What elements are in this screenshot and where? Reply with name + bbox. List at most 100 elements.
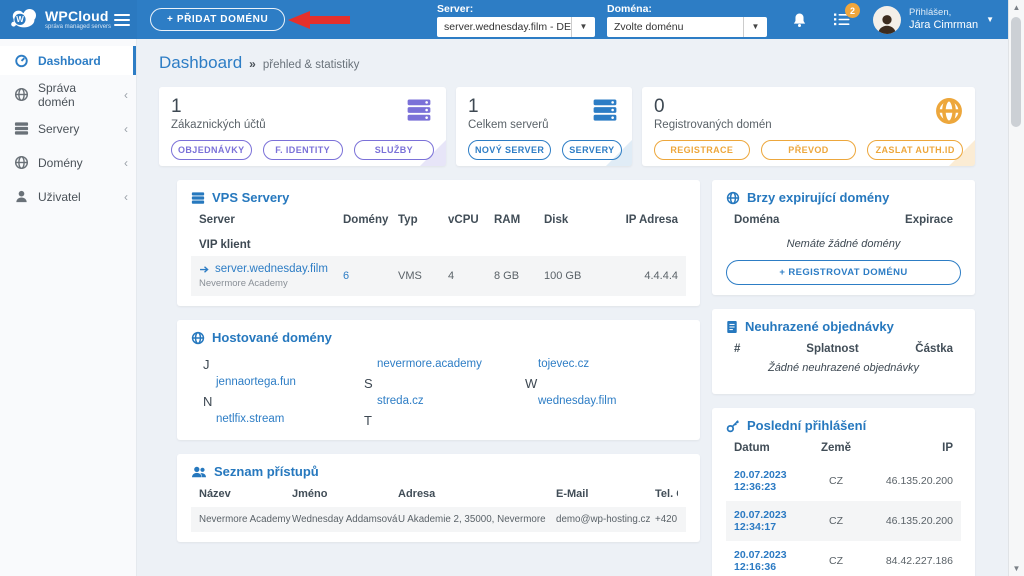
domain-link[interactable]: wednesday.film [525, 395, 686, 407]
empty-state-text: Nemáte žádné domény [726, 238, 961, 250]
sidebar-item-domeny[interactable]: Domény ‹ [0, 148, 136, 177]
column-header: Typ [398, 214, 448, 226]
column-header: IP Adresa [606, 214, 678, 226]
globe-icon [935, 97, 963, 130]
domain-column: nevermore.academy S streda.cz T [364, 351, 525, 430]
user-icon [14, 189, 29, 204]
disk-cell: 100 GB [544, 270, 606, 282]
annotation-arrow-tail [310, 16, 350, 24]
domain-link[interactable]: streda.cz [364, 395, 525, 407]
letter-group: W [525, 376, 686, 391]
transfer-button[interactable]: PŘEVOD [761, 140, 857, 160]
type-cell: VMS [398, 270, 448, 282]
address-cell: U Akademie 2, 35000, Nevermore [398, 514, 556, 525]
registration-button[interactable]: REGISTRACE [654, 140, 750, 160]
chevron-left-icon: ‹ [124, 122, 128, 136]
sidebar-item-sprava-domen[interactable]: Správa domén ‹ [0, 80, 136, 109]
card-corner-decoration [606, 140, 632, 166]
stat-buttons: OBJEDNÁVKY F. IDENTITY SLUŽBY [171, 140, 434, 160]
page-scrollbar[interactable]: ▲ ▼ [1008, 0, 1024, 576]
email-cell: demo@wp-hosting.cz [556, 514, 655, 525]
annotation-arrow [288, 11, 350, 29]
notifications-bell-icon[interactable] [792, 12, 807, 28]
domain-column: tojevec.cz W wednesday.film [525, 351, 686, 430]
ram-cell: 8 GB [494, 270, 544, 282]
sidebar-item-label: Domény [38, 156, 83, 170]
hosted-domains-card: Hostované domény J jennaortega.fun N net… [177, 320, 700, 440]
login-date-link[interactable]: 20.07.2023 12:36:23 [734, 469, 787, 493]
page-subtitle: přehled & statistiky [263, 59, 360, 71]
right-column: Brzy expirující domény Doména Expirace N… [712, 180, 975, 576]
arrow-right-icon [199, 264, 210, 275]
domain-link[interactable]: tojevec.cz [525, 358, 686, 370]
vcpu-cell: 4 [448, 270, 494, 282]
country-cell: CZ [807, 555, 865, 567]
app-window: W WPCloud správa managed servers + PŘIDA… [0, 0, 1024, 576]
add-domain-button[interactable]: + PŘIDAT DOMÉNU [150, 8, 285, 31]
column-header: Částka [897, 343, 953, 355]
phone-cell: +420.001122334 [655, 514, 678, 525]
scrollbar-track[interactable] [1009, 15, 1024, 561]
card-title-text: Brzy expirující domény [747, 190, 889, 205]
domain-link[interactable]: jennaortega.fun [203, 376, 364, 388]
domain-column: J jennaortega.fun N netlfix.stream [203, 351, 364, 430]
letter-group: N [203, 394, 364, 409]
sidebar-item-uzivatel[interactable]: Uživatel ‹ [0, 182, 136, 211]
domain-select-arrow-icon[interactable]: ▼ [743, 17, 767, 37]
brand-title: WPCloud [45, 9, 112, 23]
tasks-list-icon[interactable]: 2 [833, 12, 850, 27]
server-client-label: Nevermore Academy [199, 278, 343, 289]
domain-select[interactable]: Zvolte doménu ▼ [607, 17, 767, 37]
menu-toggle-icon[interactable] [114, 11, 130, 29]
column-header: Jméno [292, 488, 398, 500]
hosted-domains-list: J jennaortega.fun N netlfix.stream never… [191, 351, 686, 430]
identity-button[interactable]: F. IDENTITY [263, 140, 343, 160]
letter-group: S [364, 376, 525, 391]
letter-group: T [364, 413, 525, 428]
sidebar-item-servery[interactable]: Servery ‹ [0, 114, 136, 143]
page: W WPCloud správa managed servers + PŘIDA… [0, 0, 1008, 576]
server-link[interactable]: server.wednesday.film [199, 263, 343, 275]
card-title-text: VPS Servery [212, 190, 289, 205]
card-title-text: Neuhrazené objednávky [745, 319, 894, 334]
user-menu[interactable]: Přihlášen, Jára Cimrman ▼ [873, 6, 994, 34]
column-header: Disk [544, 214, 606, 226]
column-header: Splatnost [768, 343, 897, 355]
server-select-arrow-icon[interactable]: ▼ [571, 17, 595, 37]
card-title: Brzy expirující domény [726, 190, 961, 205]
domain-link[interactable]: nevermore.academy [364, 358, 525, 370]
orders-button[interactable]: OBJEDNÁVKY [171, 140, 252, 160]
column-header: Server [199, 214, 343, 226]
stats-row: 1 Zákaznických účtů OBJEDNÁVKY F. IDENTI… [159, 87, 975, 166]
person-cell: Wednesday Addamsová [292, 514, 398, 525]
stat-card-servers: 1 Celkem serverů NOVÝ SERVER SERVERY [456, 87, 632, 166]
table-row: Nevermore Academy Wednesday Addamsová U … [191, 507, 686, 532]
body: Dashboard Správa domén ‹ Servery ‹ [0, 39, 1008, 576]
register-domain-button[interactable]: + REGISTROVAT DOMÉNU [726, 260, 961, 285]
login-date-link[interactable]: 20.07.2023 12:16:36 [734, 549, 787, 573]
card-title: Seznam přístupů [191, 464, 686, 479]
card-title-text: Hostované domény [212, 330, 332, 345]
svg-text:W: W [16, 15, 24, 24]
main-content: Dashboard » přehled & statistiky 1 Zákaz… [137, 39, 1008, 576]
user-text: Přihlášen, Jára Cimrman [909, 7, 978, 32]
login-date-link[interactable]: 20.07.2023 12:34:17 [734, 509, 787, 533]
scroll-down-arrow[interactable]: ▼ [1013, 561, 1021, 576]
domain-count-link[interactable]: 6 [343, 270, 349, 282]
chevron-left-icon: ‹ [124, 190, 128, 204]
stat-value: 1 [171, 96, 434, 118]
domain-link[interactable]: netlfix.stream [203, 413, 364, 425]
users-icon [191, 465, 207, 479]
avatar [873, 6, 901, 34]
server-select[interactable]: server.wednesday.film - DEMO ▼ [437, 17, 595, 37]
login-row: 20.07.2023 12:36:23 CZ 46.135.20.200 [726, 461, 961, 501]
orders-table-header: # Splatnost Částka [726, 334, 961, 362]
column-header: Doména [734, 214, 905, 226]
new-server-button[interactable]: NOVÝ SERVER [468, 140, 551, 160]
domain-select-value: Zvolte doménu [607, 17, 743, 37]
scroll-up-arrow[interactable]: ▲ [1013, 0, 1021, 15]
sidebar-item-dashboard[interactable]: Dashboard [0, 46, 136, 75]
card-title: VPS Servery [191, 190, 686, 205]
logins-table-header: Datum Země IP [726, 433, 961, 461]
scrollbar-thumb[interactable] [1011, 17, 1021, 127]
